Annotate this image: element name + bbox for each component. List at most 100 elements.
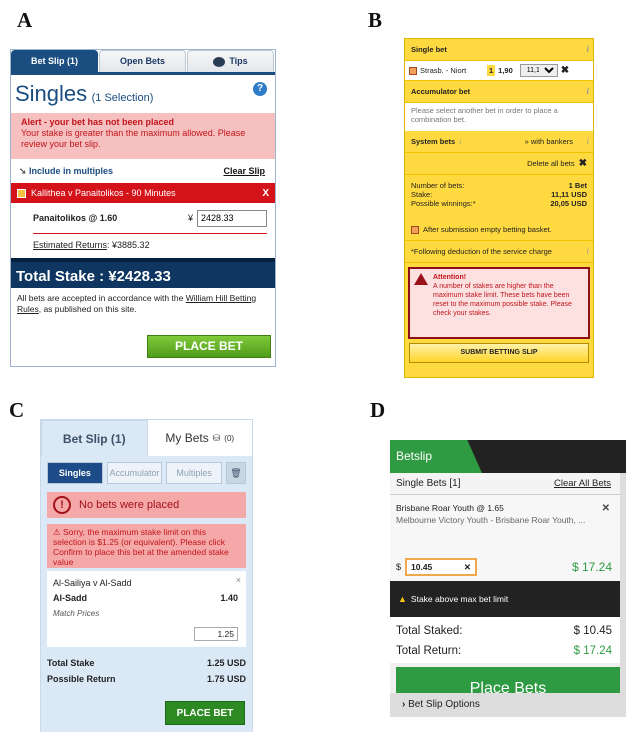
stake-input[interactable]: [197, 209, 267, 227]
bet-slip-options[interactable]: › Bet Slip Options: [390, 693, 620, 717]
panel-label-d: D: [370, 398, 386, 422]
attention-box: Attention! A number of stakes are higher…: [408, 267, 590, 339]
include-multiples-label: Include in multiples: [29, 165, 114, 176]
tab-open-bets[interactable]: Open Bets: [99, 50, 186, 72]
include-multiples[interactable]: ➘ Include in multiples: [19, 166, 113, 177]
market-name: Match Prices: [53, 609, 100, 618]
attention-body: A number of stakes are higher than the m…: [433, 283, 572, 317]
betslip-panel-c: Bet Slip (1) My Bets ⛁ (0) Singles Accum…: [40, 419, 253, 732]
total-stake-label: Total Stake: [47, 658, 95, 668]
multiples-row: ➘ Include in multiples Clear Slip: [11, 159, 275, 183]
stake-row: $ 10.45 ✕ $ 17.24: [390, 553, 620, 581]
place-bet-button[interactable]: PLACE BET: [165, 701, 245, 725]
empty-basket-row: After submission empty betting basket.: [405, 219, 593, 241]
info-icon[interactable]: i: [459, 137, 461, 146]
total-stake-value: 1.25 USD: [206, 658, 246, 668]
arrow-icon: ➘: [19, 165, 30, 176]
bet-type-selector: Singles Accumulator Multiples 🗑: [41, 456, 252, 486]
single-bets-row: Single Bets [1] Clear All Bets: [390, 473, 620, 495]
empty-basket-checkbox[interactable]: [411, 225, 419, 234]
currency-symbol: $: [396, 562, 402, 572]
info-icon[interactable]: i: [586, 246, 589, 256]
selection-name: Al-Sadd: [53, 593, 88, 603]
bet-name: Strasb. - Niort: [420, 66, 467, 75]
with-bankers-link[interactable]: » with bankers: [525, 137, 573, 146]
clear-stake-icon[interactable]: ✕: [464, 562, 471, 573]
total-stake: Total Stake : ¥2428.33: [11, 258, 275, 288]
summary-row: Number of bets: 1 Bet: [411, 181, 587, 190]
clear-slip-link[interactable]: Clear Slip: [223, 166, 265, 176]
possible-return-row: Possible Return 1.75 USD: [47, 671, 246, 687]
bet-summary: Number of bets: 1 Bet Stake: 11,11 USD Pos…: [405, 175, 593, 219]
warning-icon: ▲: [398, 594, 407, 604]
info-icon[interactable]: i: [586, 136, 589, 146]
bet-slip-options-label: Bet Slip Options: [408, 699, 480, 710]
totals: Total Staked: $ 10.45 Total Return: $ 17.2…: [390, 617, 620, 663]
betslip-header: Betslip: [390, 440, 626, 473]
total-staked-row: Total Staked: $ 10.45: [396, 621, 612, 641]
single-bets-title: Single Bets [1]: [396, 478, 461, 489]
remove-event-button[interactable]: X: [262, 188, 269, 199]
terms-post: , as published on this site.: [38, 304, 137, 314]
summary-label: Number of bets:: [411, 181, 465, 190]
delete-all-link[interactable]: Delete all bets: [527, 159, 575, 168]
betslip-panel-d: Betslip Single Bets [1] Clear All Bets B…: [390, 440, 626, 717]
bet-row: Panaitolikos @ 1.60 ¥: [11, 203, 275, 233]
system-bets-row: System bets i » with bankers i: [405, 131, 593, 153]
tab-my-bets-label: My Bets: [165, 431, 209, 445]
stake-select[interactable]: 11,11: [519, 64, 558, 77]
event-checkbox[interactable]: [17, 188, 26, 198]
scrollbar[interactable]: [620, 473, 626, 717]
total-return-label: Total Return:: [396, 645, 462, 657]
seg-singles[interactable]: Singles: [47, 462, 103, 484]
tab-bet-slip[interactable]: Bet Slip (1): [11, 50, 98, 72]
warning-icon: [414, 273, 428, 285]
stake-input[interactable]: 10.45 ✕: [405, 558, 478, 576]
total-return-value: $ 17.24: [573, 645, 612, 657]
bet-odds: 1,90: [498, 66, 513, 75]
estimated-returns: Estimated Returns: ¥3885.32: [11, 234, 275, 258]
delete-icon[interactable]: ✖: [579, 158, 587, 169]
event-name: Kallithea v Panaitolikos - 90 Minutes: [31, 188, 176, 198]
seg-multiples[interactable]: Multiples: [166, 462, 223, 484]
info-icon[interactable]: i: [586, 44, 589, 54]
close-icon[interactable]: ×: [236, 573, 241, 588]
tab-bet-slip[interactable]: Bet Slip (1): [41, 420, 148, 456]
deduction-row: *Following deduction of the service char…: [405, 241, 593, 263]
total-stake-row: Total Stake 1.25 USD: [47, 655, 246, 671]
my-bets-count: (0): [224, 433, 235, 443]
possible-return-label: Possible Return: [47, 674, 116, 684]
attention-text: Attention! A number of stakes are higher…: [433, 273, 584, 333]
remove-bet-icon[interactable]: ✖: [561, 65, 569, 76]
alert-title: Alert - your bet has not been placed: [21, 117, 175, 127]
terms-text: All bets are accepted in accordance with…: [11, 288, 275, 324]
tab-my-bets[interactable]: My Bets ⛁ (0): [148, 420, 253, 456]
selection-name: Panaitolikos @ 1.60: [33, 213, 118, 223]
summary-value: 20,05 USD: [550, 199, 587, 208]
coins-icon: ⛁: [212, 432, 221, 443]
selection-name: Brisbane Roar Youth @ 1.65: [396, 503, 504, 513]
submit-betting-slip-button[interactable]: SUBMIT BETTING SLIP: [409, 343, 589, 363]
empty-basket-label: After submission empty betting basket.: [423, 225, 552, 234]
summary-label: Stake:: [411, 190, 433, 199]
terms-pre: All bets are accepted in accordance with…: [17, 293, 186, 303]
summary-value: 11,11 USD: [551, 190, 587, 199]
clear-all-bets-link[interactable]: Clear All Bets: [554, 478, 611, 489]
seg-accumulator[interactable]: Accumulator: [106, 462, 163, 484]
bet-row: Strasb. - Niort 1 1,90 11,11 ✖: [405, 61, 593, 81]
accumulator-note: Please select another bet in order to pl…: [405, 103, 593, 131]
trash-icon[interactable]: 🗑: [226, 462, 247, 484]
tab-tips[interactable]: Tips: [187, 50, 274, 72]
help-icon[interactable]: ?: [253, 82, 267, 96]
singles-header: Singles (1 Selection) ?: [11, 75, 275, 111]
stake-input[interactable]: 1.25: [194, 627, 238, 641]
place-bet-button[interactable]: PLACE BET: [147, 335, 271, 358]
info-icon[interactable]: i: [586, 86, 589, 96]
tab-bar: Bet Slip (1) Open Bets Tips: [11, 50, 275, 72]
betslip-panel-a: Bet Slip (1) Open Bets Tips Singles (1 S…: [10, 49, 276, 367]
summary-value: 1 Bet: [568, 181, 587, 190]
warning-text: Stake above max bet limit: [410, 594, 509, 604]
tab-tips-label: Tips: [229, 56, 248, 66]
bet-checkbox[interactable]: [409, 66, 417, 75]
remove-bet-icon[interactable]: ✕: [602, 503, 610, 515]
